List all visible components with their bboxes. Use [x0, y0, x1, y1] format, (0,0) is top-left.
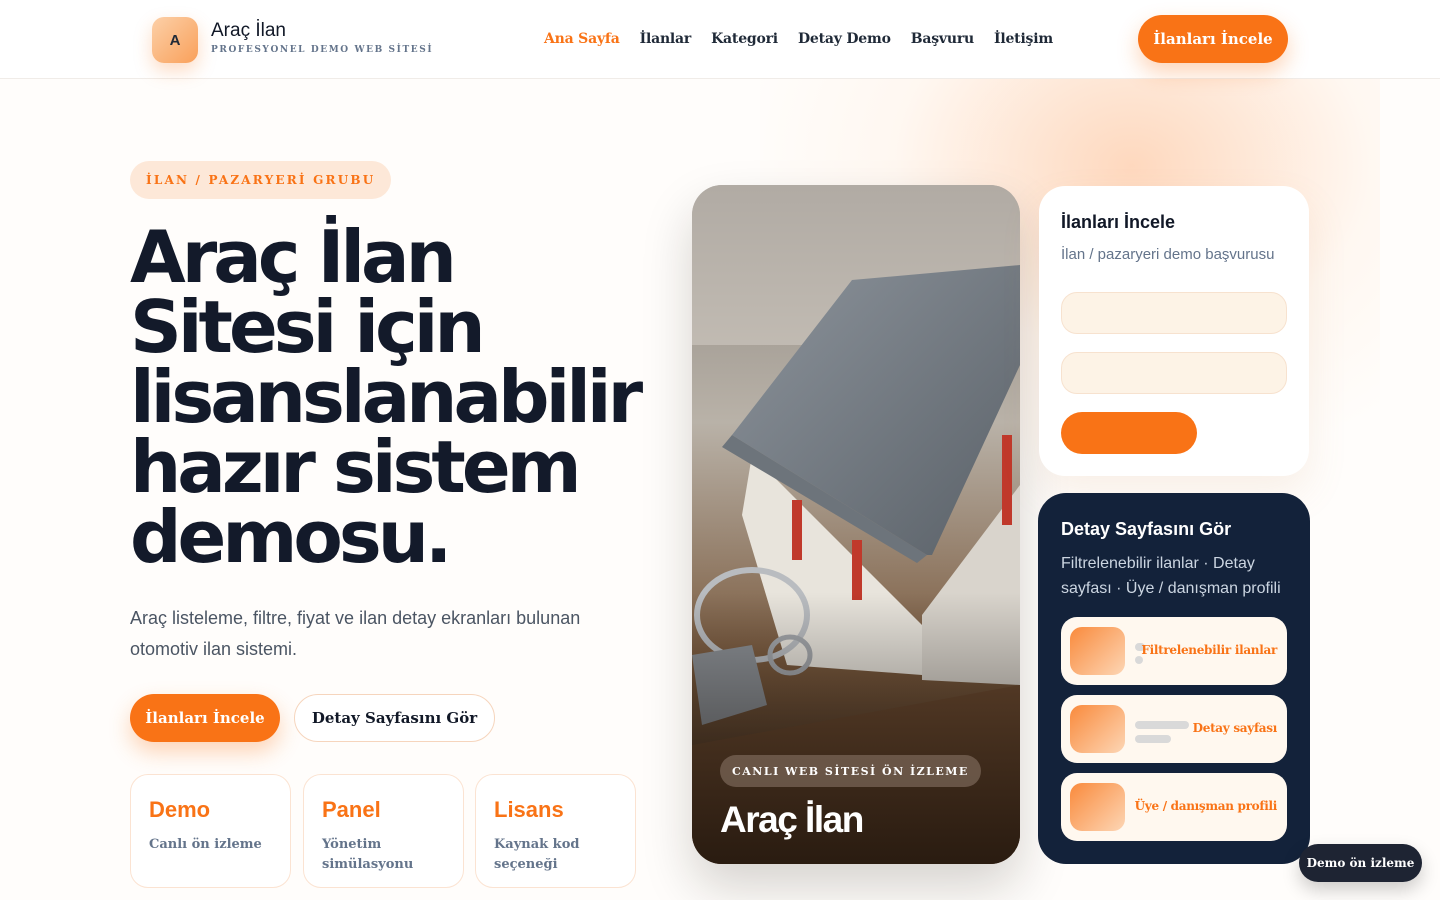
- brand-subtitle: PROFESYONEL DEMO WEB SİTESİ: [211, 45, 434, 55]
- feature-label: Filtrelenebilir ilanlar: [1141, 643, 1277, 657]
- nav-item-ilanlar[interactable]: İlanlar: [640, 31, 692, 47]
- feature-thumbnail: [1070, 627, 1125, 675]
- hero-description: Araç listeleme, filtre, fiyat ve ilan de…: [130, 608, 581, 659]
- stat-title: Demo: [149, 797, 211, 822]
- form-subtitle: İlan / pazaryeri demo başvurusu: [1061, 246, 1275, 263]
- feature-item-filters[interactable]: Filtrelenebilir ilanlar: [1061, 617, 1287, 685]
- site-header: A Araç İlan PROFESYONEL DEMO WEB SİTESİ …: [0, 0, 1440, 79]
- nav-item-iletisim[interactable]: İletişim: [994, 31, 1053, 47]
- view-listings-button[interactable]: İlanları İncele: [130, 694, 280, 742]
- hero-title-line: lisanslanabilir: [130, 355, 643, 439]
- feature-label: Detay sayfası: [1192, 721, 1278, 735]
- hero-title: Araç İlan Sitesi için lisanslanabilir ha…: [130, 215, 670, 579]
- stat-card-lisans: Lisans Kaynak kod seçeneği: [475, 774, 636, 888]
- detail-card: Detay Sayfasını Gör Filtrelenebilir ilan…: [1038, 493, 1310, 864]
- stat-subtitle: Kaynak kod seçeneği: [494, 837, 580, 872]
- category-tag: İLAN / PAZARYERİ GRUBU: [130, 161, 392, 199]
- logo-badge[interactable]: A: [152, 17, 198, 63]
- hero-title-line: Araç İlan: [130, 215, 457, 299]
- hero-title-line: demosu.: [130, 495, 452, 579]
- brand-name[interactable]: Araç İlan: [211, 20, 286, 42]
- stat-subtitle: Yönetim simülasyonu: [322, 837, 414, 872]
- main-nav: Ana Sayfa İlanlar Kategori Detay Demo Ba…: [544, 31, 1053, 47]
- stat-card-demo: Demo Canlı ön izleme: [130, 774, 291, 888]
- form-submit-button[interactable]: [1061, 412, 1197, 454]
- feature-item-profile[interactable]: Üye / danışman profili: [1061, 773, 1287, 841]
- demo-preview-button[interactable]: Demo ön izleme: [1299, 844, 1422, 882]
- feature-item-detail[interactable]: Detay sayfası: [1061, 695, 1287, 763]
- nav-item-basvuru[interactable]: Başvuru: [911, 31, 974, 47]
- feature-thumbnail: [1070, 783, 1125, 831]
- feature-thumbnail: [1070, 705, 1125, 753]
- placeholder-bar: [1135, 721, 1189, 729]
- form-input-field[interactable]: [1061, 292, 1287, 334]
- preview-pill: CANLI WEB SİTESİ ÖN İZLEME: [720, 755, 981, 787]
- preview-photo-card[interactable]: CANLI WEB SİTESİ ÖN İZLEME Araç İlan: [692, 185, 1020, 864]
- stat-title: Panel: [322, 797, 381, 822]
- stat-title: Lisans: [494, 797, 564, 822]
- header-cta-button[interactable]: İlanları İncele: [1138, 15, 1288, 63]
- nav-item-ana-sayfa[interactable]: Ana Sayfa: [544, 31, 620, 47]
- view-detail-button[interactable]: Detay Sayfasını Gör: [294, 694, 495, 742]
- preview-title: Araç İlan: [720, 799, 864, 840]
- detail-card-title: Detay Sayfasını Gör: [1061, 519, 1232, 539]
- stat-subtitle: Canlı ön izleme: [149, 837, 262, 852]
- hero-title-line: Sitesi için: [130, 285, 486, 369]
- application-form-card: İlanları İncele İlan / pazaryeri demo ba…: [1039, 186, 1309, 476]
- nav-item-kategori[interactable]: Kategori: [711, 31, 778, 47]
- placeholder-bar: [1135, 656, 1143, 664]
- stat-card-panel: Panel Yönetim simülasyonu: [303, 774, 464, 888]
- nav-item-detay-demo[interactable]: Detay Demo: [798, 31, 891, 47]
- feature-label: Üye / danışman profili: [1134, 799, 1278, 813]
- hero-title-line: hazır sistem: [130, 425, 582, 509]
- detail-card-description: Filtrelenebilir ilanlar · Detay sayfası …: [1061, 555, 1281, 597]
- form-title: İlanları İncele: [1061, 212, 1176, 232]
- form-input-field[interactable]: [1061, 352, 1287, 394]
- placeholder-bar: [1135, 735, 1171, 743]
